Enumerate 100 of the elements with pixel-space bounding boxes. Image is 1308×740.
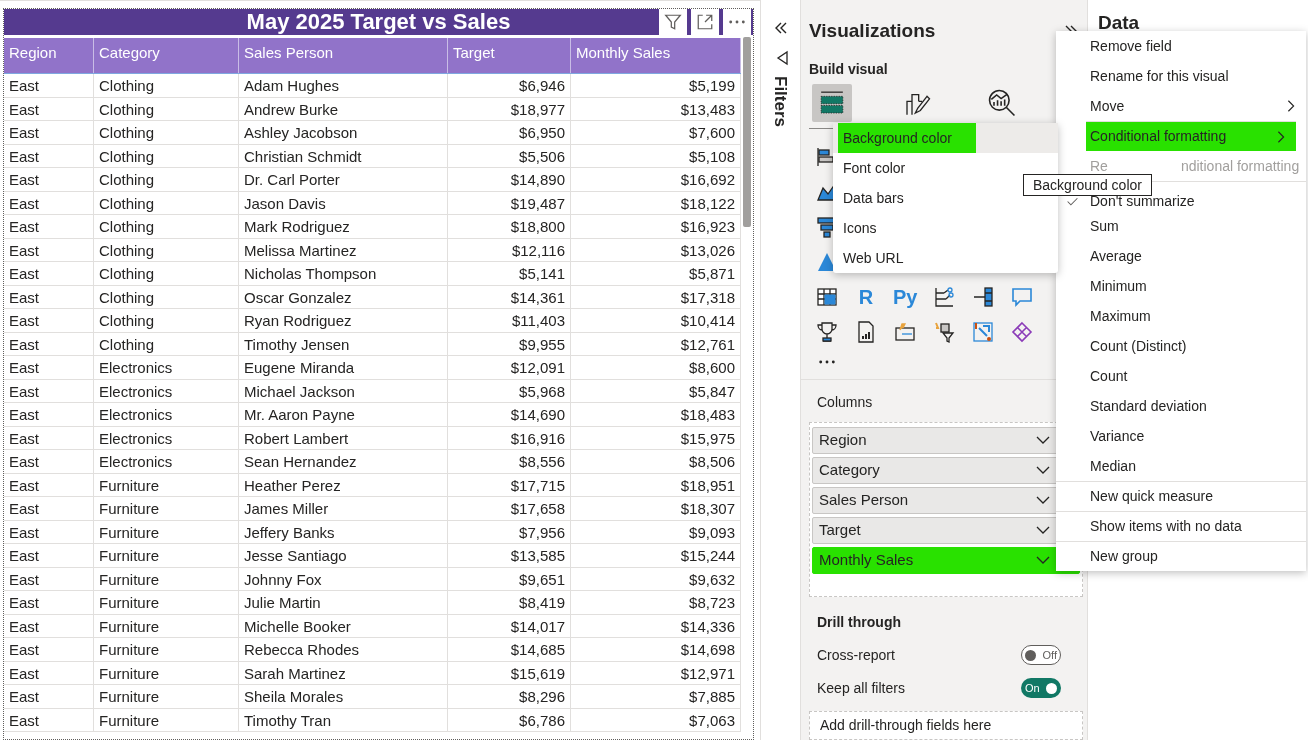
table-cell: East bbox=[4, 403, 94, 426]
submenu-item[interactable]: Web URL bbox=[833, 243, 904, 273]
table-cell: East bbox=[4, 168, 94, 191]
menu-item[interactable]: Sum bbox=[1056, 211, 1306, 241]
menu-item[interactable]: Standard deviation bbox=[1056, 391, 1306, 421]
menu-item[interactable]: Maximum bbox=[1056, 301, 1306, 331]
table-cell: East bbox=[4, 379, 94, 402]
table-cell: $17,715 bbox=[448, 473, 571, 496]
column-header[interactable]: Category bbox=[94, 38, 239, 73]
table-cell: Clothing bbox=[94, 215, 239, 238]
table-cell: East bbox=[4, 567, 94, 590]
table-cell: $7,600 bbox=[571, 121, 741, 144]
table-cell: $8,556 bbox=[448, 450, 571, 473]
table-cell: $8,296 bbox=[448, 685, 571, 708]
table-cell: East bbox=[4, 74, 94, 97]
menu-item[interactable]: Count bbox=[1056, 361, 1306, 391]
table-cell: Melissa Martinez bbox=[239, 238, 448, 261]
column-header[interactable]: Sales Person bbox=[239, 38, 448, 73]
table-cell: Andrew Burke bbox=[239, 97, 448, 120]
table-cell: East bbox=[4, 262, 94, 285]
menu-item[interactable]: Move bbox=[1056, 91, 1306, 121]
table-cell: $14,361 bbox=[448, 285, 571, 308]
table-cell: $7,063 bbox=[571, 708, 741, 731]
drill-through-heading: Drill through bbox=[817, 612, 902, 632]
column-header[interactable]: Monthly Sales bbox=[571, 38, 741, 73]
menu-item[interactable]: Average bbox=[1056, 241, 1306, 271]
table-cell: Electronics bbox=[94, 450, 239, 473]
table-cell: East bbox=[4, 520, 94, 543]
table-cell: $18,951 bbox=[571, 473, 741, 496]
table-cell: $18,122 bbox=[571, 191, 741, 214]
table-cell: Furniture bbox=[94, 638, 239, 661]
menu-item[interactable]: Minimum bbox=[1056, 271, 1306, 301]
table-cell: East bbox=[4, 121, 94, 144]
table-cell: $12,971 bbox=[571, 661, 741, 684]
menu-item[interactable]: New quick measure bbox=[1056, 481, 1306, 511]
table-cell: Furniture bbox=[94, 661, 239, 684]
field-pill[interactable]: Monthly Sales bbox=[812, 546, 1080, 574]
table-cell: Dr. Carl Porter bbox=[239, 168, 448, 191]
table-cell: Michelle Booker bbox=[239, 614, 448, 637]
table-cell: $8,419 bbox=[448, 591, 571, 614]
table-cell: $6,950 bbox=[448, 121, 571, 144]
menu-item[interactable]: Count (Distinct) bbox=[1056, 331, 1306, 361]
build-visual-label: Build visual bbox=[809, 59, 889, 79]
table-cell: Clothing bbox=[94, 121, 239, 144]
table-cell: Julie Martin bbox=[239, 591, 448, 614]
table-cell: Robert Lambert bbox=[239, 426, 448, 449]
table-cell: East bbox=[4, 544, 94, 567]
toggle-switch[interactable]: Off bbox=[1021, 645, 1061, 665]
table-cell: $14,890 bbox=[448, 168, 571, 191]
table-cell: Timothy Jensen bbox=[239, 332, 448, 355]
table-cell: Electronics bbox=[94, 379, 239, 402]
menu-item[interactable]: Conditional formatting bbox=[1086, 121, 1296, 151]
table-cell: Mark Rodriguez bbox=[239, 215, 448, 238]
table-cell: $16,916 bbox=[448, 426, 571, 449]
menu-item[interactable]: New group bbox=[1056, 541, 1306, 571]
column-header[interactable]: Target bbox=[448, 38, 571, 73]
submenu-item[interactable]: Background color bbox=[838, 123, 976, 153]
menu-item[interactable]: Rename for this visual bbox=[1056, 61, 1306, 91]
table-cell: East bbox=[4, 591, 94, 614]
table-cell: East bbox=[4, 144, 94, 167]
table-cell: East bbox=[4, 215, 94, 238]
table-cell: $15,619 bbox=[448, 661, 571, 684]
table-cell: $5,968 bbox=[448, 379, 571, 402]
column-header[interactable]: Region bbox=[4, 38, 94, 73]
menu-item[interactable]: Remove field bbox=[1056, 31, 1306, 61]
data-pane-title: Data bbox=[1098, 12, 1140, 33]
table-cell: Mr. Aaron Payne bbox=[239, 403, 448, 426]
filters-pane-label[interactable]: Filters bbox=[767, 76, 794, 128]
submenu-item[interactable]: Font color bbox=[833, 153, 906, 183]
table-cell: $9,093 bbox=[571, 520, 741, 543]
table-cell: James Miller bbox=[239, 497, 448, 520]
table-cell: Nicholas Thompson bbox=[239, 262, 448, 285]
table-cell: Jason Davis bbox=[239, 191, 448, 214]
table-cell: $5,506 bbox=[448, 144, 571, 167]
table-cell: $12,091 bbox=[448, 356, 571, 379]
toggle-label: Keep all filters bbox=[817, 678, 905, 698]
toggle-switch[interactable]: On bbox=[1021, 678, 1061, 698]
table-cell: Christian Schmidt bbox=[239, 144, 448, 167]
table-cell: $8,723 bbox=[571, 591, 741, 614]
table-cell: Rebecca Rhodes bbox=[239, 638, 448, 661]
submenu-item[interactable]: Data bars bbox=[833, 183, 904, 213]
table-cell: East bbox=[4, 285, 94, 308]
menu-item[interactable]: Show items with no data bbox=[1056, 511, 1306, 541]
table-cell: East bbox=[4, 473, 94, 496]
table-cell: East bbox=[4, 661, 94, 684]
table-cell: Clothing bbox=[94, 191, 239, 214]
drill-through-drop-field[interactable]: Add drill-through fields here bbox=[809, 710, 1083, 740]
table-cell: Electronics bbox=[94, 356, 239, 379]
table-cell: Adam Hughes bbox=[239, 74, 448, 97]
table-cell: East bbox=[4, 309, 94, 332]
table-cell: $5,871 bbox=[571, 262, 741, 285]
table-cell: $5,108 bbox=[571, 144, 741, 167]
submenu-item[interactable]: Icons bbox=[833, 213, 877, 243]
table-cell: East bbox=[4, 638, 94, 661]
table-cell: Electronics bbox=[94, 403, 239, 426]
table-cell: Clothing bbox=[94, 285, 239, 308]
table-cell: $11,403 bbox=[448, 309, 571, 332]
table-cell: Jeffery Banks bbox=[239, 520, 448, 543]
table-cell: Clothing bbox=[94, 309, 239, 332]
table-cell: $19,487 bbox=[448, 191, 571, 214]
